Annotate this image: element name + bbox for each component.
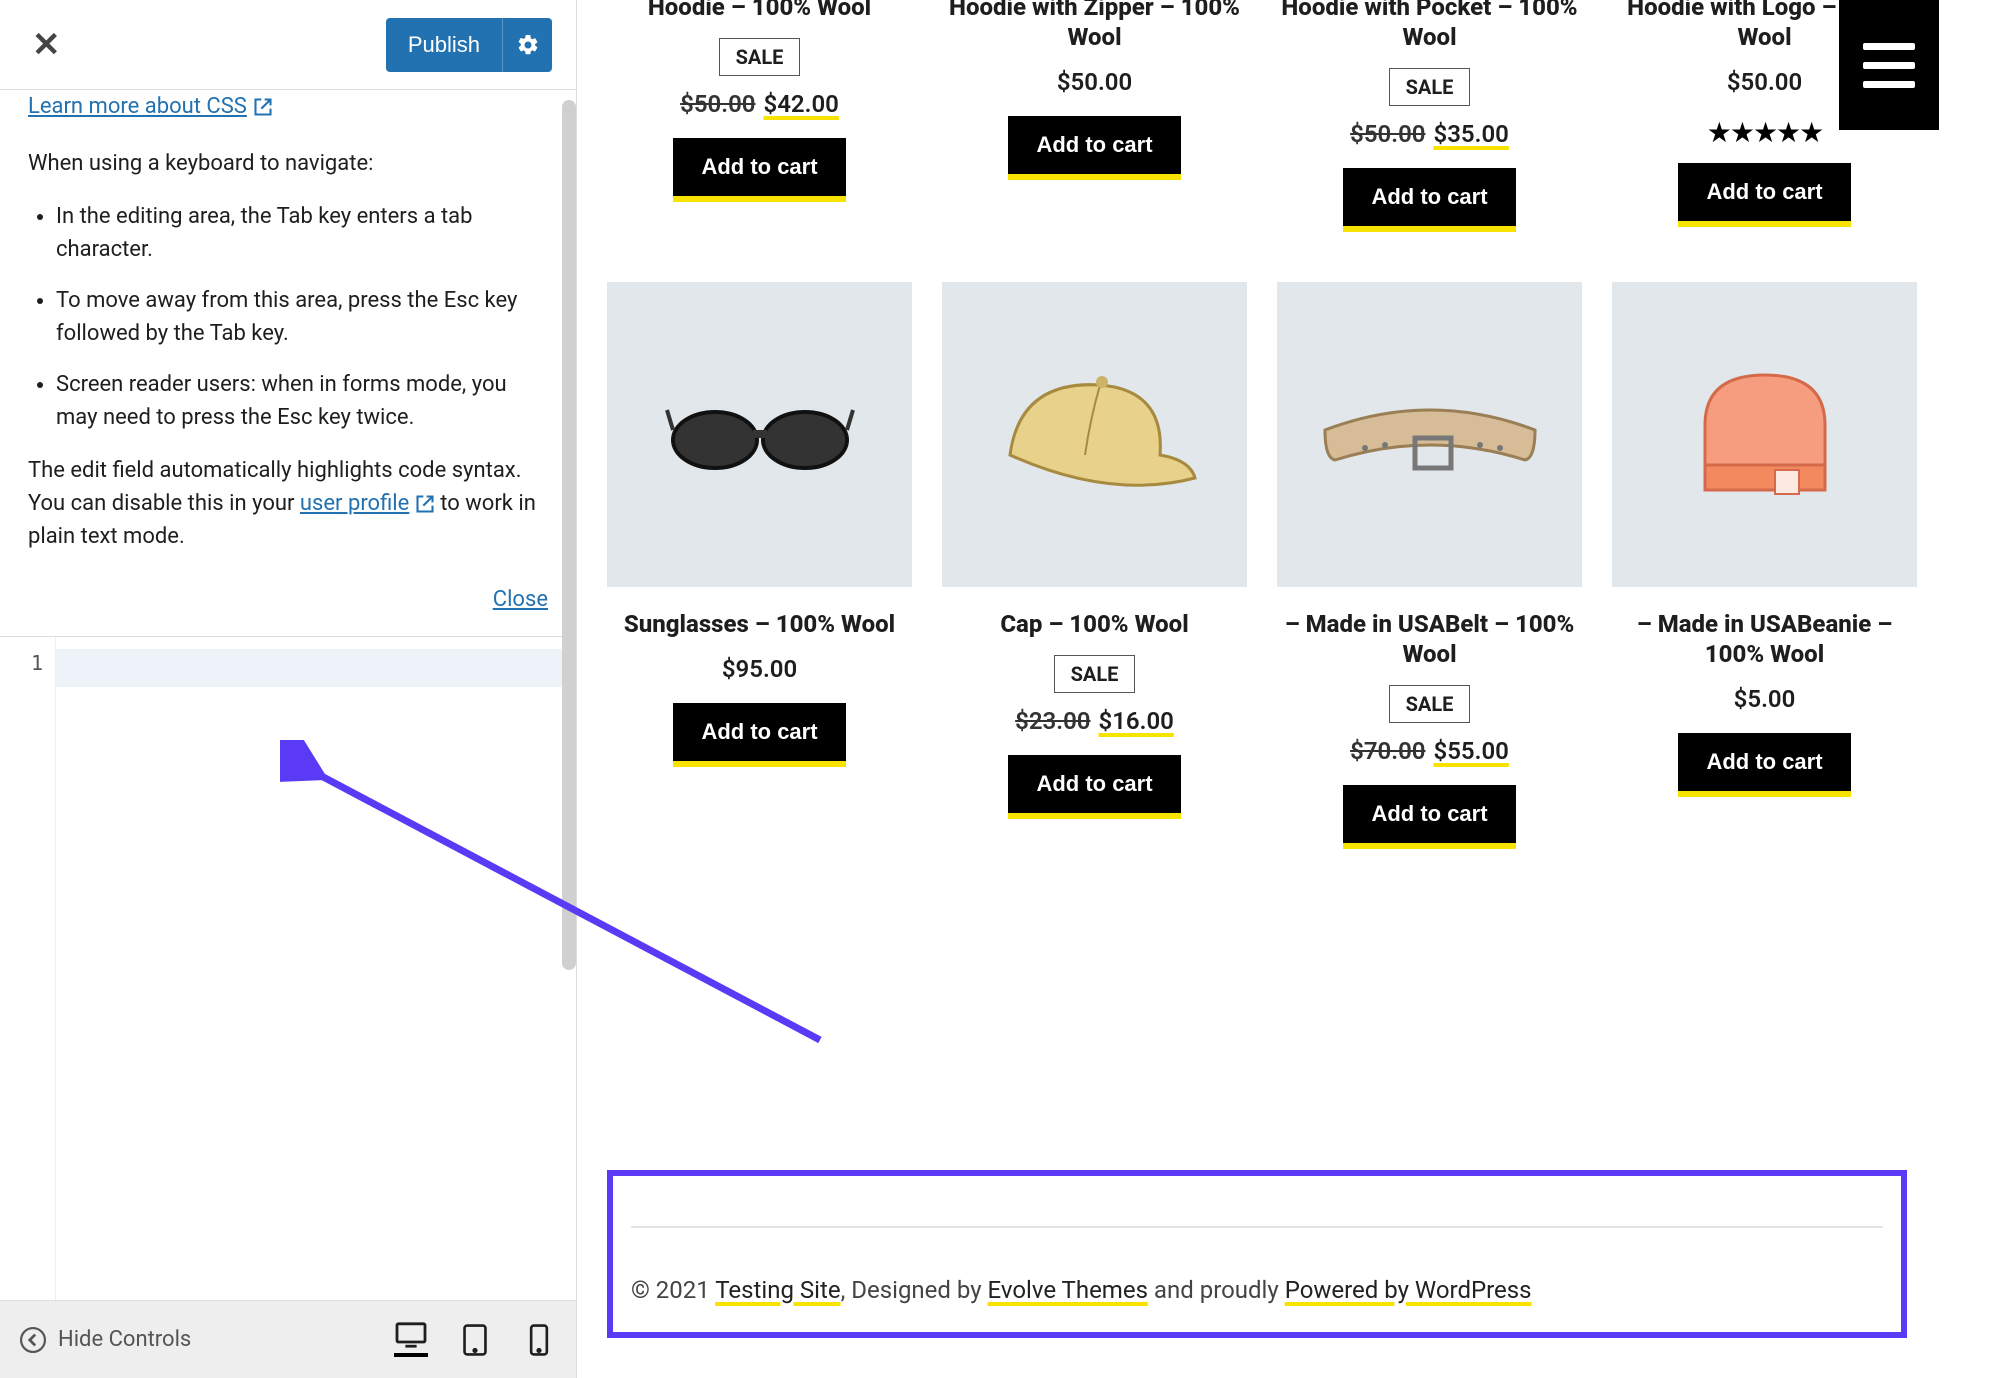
beanie-icon xyxy=(1680,350,1850,520)
product-price: $95.00 xyxy=(607,655,912,683)
close-help-link[interactable]: Close xyxy=(28,573,548,616)
publish-settings-button[interactable] xyxy=(502,18,552,72)
product-card: Cap – 100% Wool SALE $23.00$16.00 Add to… xyxy=(942,282,1247,849)
product-card: Hoodie with Zipper – 100% Wool $50.00 Ad… xyxy=(942,0,1247,232)
product-price: $50.00$42.00 xyxy=(607,90,912,118)
add-to-cart-button[interactable]: Add to cart xyxy=(673,703,845,767)
product-price: $50.00$35.00 xyxy=(1277,120,1582,148)
product-image[interactable] xyxy=(607,282,912,587)
collapse-icon xyxy=(20,1327,46,1353)
sidebar-scrollbar[interactable] xyxy=(562,100,576,970)
desktop-preview-icon[interactable] xyxy=(394,1323,428,1357)
sunglasses-icon xyxy=(665,390,855,480)
add-to-cart-button[interactable]: Add to cart xyxy=(1008,755,1180,819)
product-image[interactable] xyxy=(1612,282,1917,587)
cap-icon xyxy=(990,360,1200,510)
product-title: Sunglasses – 100% Wool xyxy=(607,609,912,639)
product-title: Cap – 100% Wool xyxy=(942,609,1247,639)
line-number: 1 xyxy=(31,651,43,675)
product-card: – Made in USABelt – 100% Wool SALE $70.0… xyxy=(1277,282,1582,849)
add-to-cart-button[interactable]: Add to cart xyxy=(1008,116,1180,180)
keyboard-tip: Screen reader users: when in forms mode,… xyxy=(56,368,548,434)
product-title: Hoodie with Pocket – 100% Wool xyxy=(1277,0,1582,52)
footer-site-link[interactable]: Testing Site xyxy=(715,1276,840,1304)
line-gutter: 1 xyxy=(0,637,56,1300)
product-price: $23.00$16.00 xyxy=(942,707,1247,735)
footer-theme-link[interactable]: Evolve Themes xyxy=(988,1276,1148,1304)
belt-icon xyxy=(1315,380,1545,490)
hide-controls-button[interactable]: Hide Controls xyxy=(20,1327,191,1353)
product-image[interactable] xyxy=(1277,282,1582,587)
keyboard-tip: In the editing area, the Tab key enters … xyxy=(56,200,548,266)
mobile-preview-icon[interactable] xyxy=(522,1323,556,1357)
sale-badge: SALE xyxy=(1389,685,1471,723)
keyboard-intro: When using a keyboard to navigate: xyxy=(28,147,548,180)
device-preview-switcher xyxy=(394,1323,556,1357)
footer-divider xyxy=(631,1226,1883,1228)
add-to-cart-button[interactable]: Add to cart xyxy=(1343,785,1515,849)
add-to-cart-button[interactable]: Add to cart xyxy=(673,138,845,202)
syntax-highlight-note: The edit field automatically highlights … xyxy=(28,454,548,553)
product-price: $50.00 xyxy=(942,68,1247,96)
site-footer-highlight: © 2021 Testing Site, Designed by Evolve … xyxy=(607,1170,1907,1338)
product-title: – Made in USABeanie – 100% Wool xyxy=(1612,609,1917,669)
hamburger-icon xyxy=(1863,43,1915,88)
external-link-icon xyxy=(415,494,435,514)
tablet-preview-icon[interactable] xyxy=(458,1323,492,1357)
sale-badge: SALE xyxy=(1054,655,1136,693)
publish-button[interactable]: Publish xyxy=(386,18,502,72)
external-link-icon xyxy=(253,97,273,117)
product-title: – Made in USABelt – 100% Wool xyxy=(1277,609,1582,669)
keyboard-tip: To move away from this area, press the E… xyxy=(56,284,548,350)
product-card: Hoodie – 100% Wool SALE $50.00$42.00 Add… xyxy=(607,0,912,232)
add-to-cart-button[interactable]: Add to cart xyxy=(1678,163,1850,227)
sale-badge: SALE xyxy=(1389,68,1471,106)
publish-group: Publish xyxy=(386,18,552,72)
customizer-sidebar: ✕ Publish Learn more about CSS When usin… xyxy=(0,0,577,1378)
gear-icon xyxy=(516,33,540,57)
sidebar-help-text: Learn more about CSS When using a keyboa… xyxy=(0,90,576,636)
close-icon[interactable]: ✕ xyxy=(24,25,69,65)
add-to-cart-button[interactable]: Add to cart xyxy=(1343,168,1515,232)
product-card: – Made in USABeanie – 100% Wool $5.00 Ad… xyxy=(1612,282,1917,849)
product-image[interactable] xyxy=(942,282,1247,587)
menu-toggle-button[interactable] xyxy=(1839,0,1939,130)
learn-more-css-link[interactable]: Learn more about CSS xyxy=(28,90,273,123)
css-editor[interactable]: 1 xyxy=(0,636,576,1300)
learn-more-label: Learn more about CSS xyxy=(28,90,247,123)
product-price: $70.00$55.00 xyxy=(1277,737,1582,765)
product-price: $5.00 xyxy=(1612,685,1917,713)
sale-badge: SALE xyxy=(719,38,801,76)
product-title: Hoodie – 100% Wool xyxy=(607,0,912,22)
sidebar-header: ✕ Publish xyxy=(0,0,576,90)
user-profile-link[interactable]: user profile xyxy=(300,491,409,516)
editor-active-line[interactable] xyxy=(56,649,576,687)
product-grid-row: Hoodie – 100% Wool SALE $50.00$42.00 Add… xyxy=(577,0,1999,232)
product-card: Hoodie with Pocket – 100% Wool SALE $50.… xyxy=(1277,0,1582,232)
sidebar-footer: Hide Controls xyxy=(0,1300,576,1378)
keyboard-tips-list: In the editing area, the Tab key enters … xyxy=(28,200,548,434)
site-preview: Hoodie – 100% Wool SALE $50.00$42.00 Add… xyxy=(577,0,1999,1378)
add-to-cart-button[interactable]: Add to cart xyxy=(1678,733,1850,797)
footer-wordpress-link[interactable]: Powered by WordPress xyxy=(1285,1276,1532,1304)
product-card: Sunglasses – 100% Wool $95.00 Add to car… xyxy=(607,282,912,849)
product-grid-row: Sunglasses – 100% Wool $95.00 Add to car… xyxy=(577,282,1999,849)
product-title: Hoodie with Zipper – 100% Wool xyxy=(942,0,1247,52)
